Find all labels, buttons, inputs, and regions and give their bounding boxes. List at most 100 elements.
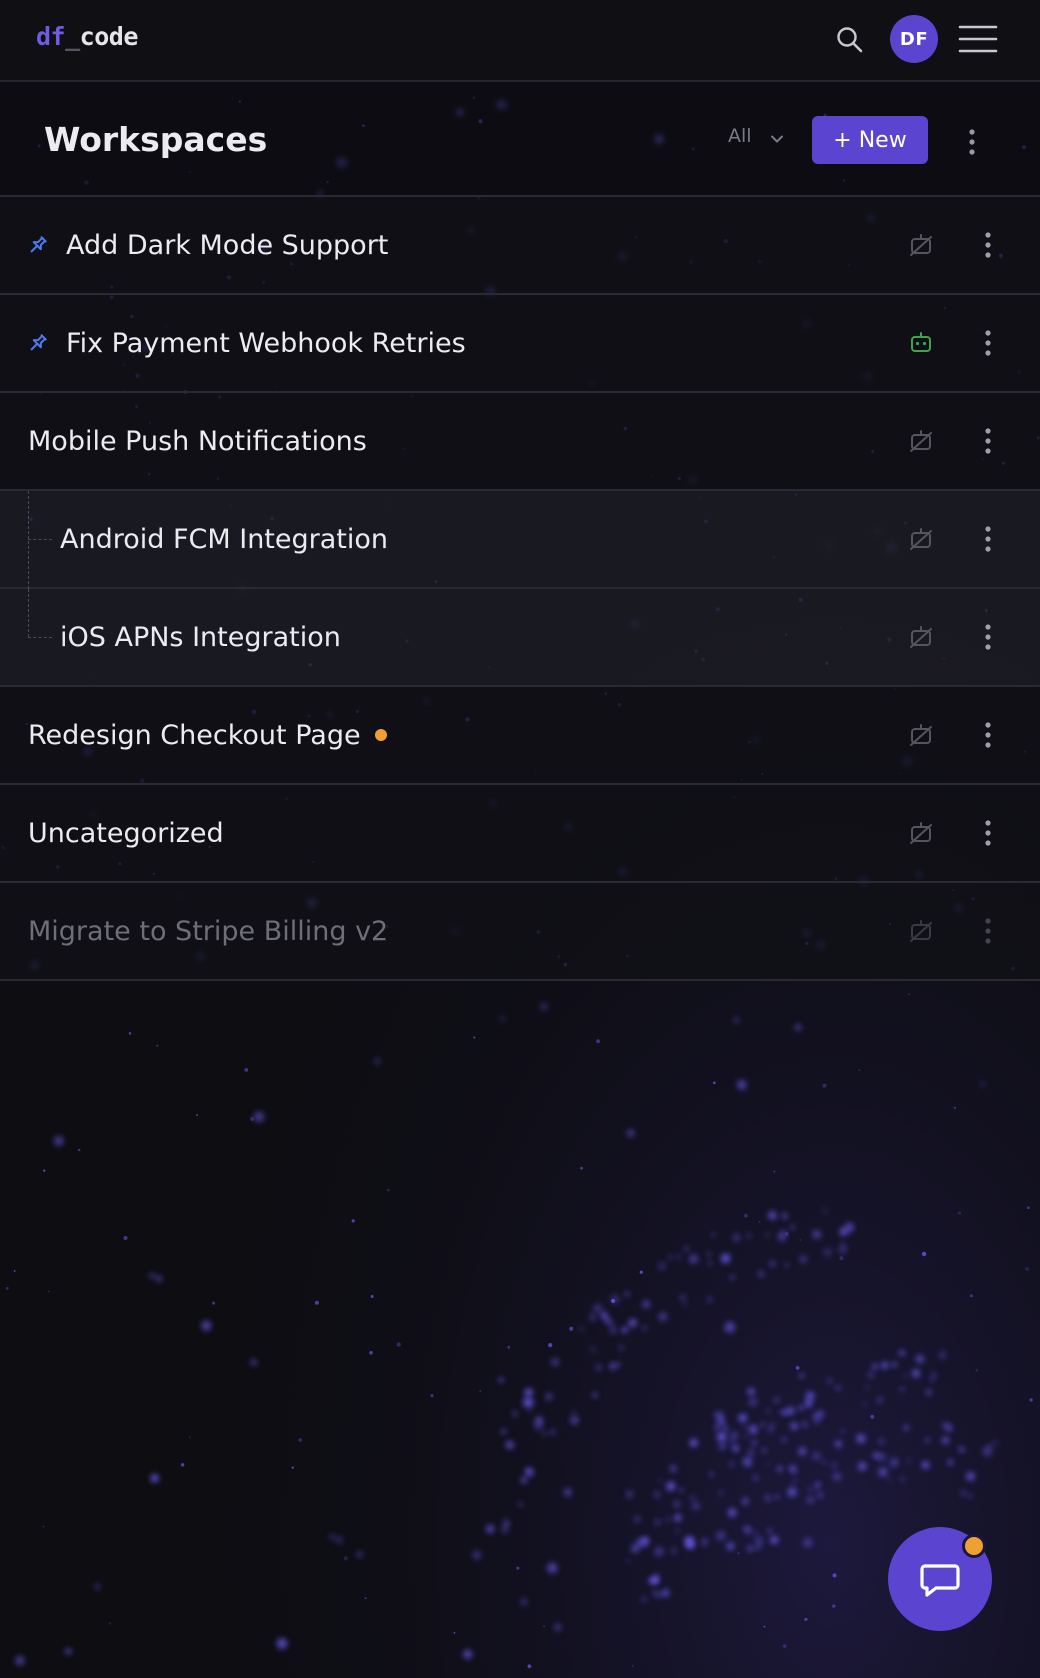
row-more-options-icon[interactable] (976, 325, 1000, 361)
star (545, 1393, 553, 1400)
star (688, 1254, 699, 1264)
agent-off-icon[interactable] (908, 232, 934, 258)
logo-suffix: code (79, 22, 139, 51)
row-more-options-icon[interactable] (976, 423, 1000, 459)
star (714, 1411, 724, 1421)
star (814, 1417, 821, 1424)
workspace-row[interactable]: Migrate to Stripe Billing v2 (0, 883, 1040, 981)
star (757, 1544, 762, 1549)
workspace-row[interactable]: Android FCM Integration (0, 491, 1040, 589)
star (652, 1576, 659, 1583)
star (921, 1251, 927, 1257)
agent-off-icon[interactable] (908, 624, 934, 650)
row-more-options-icon[interactable] (976, 913, 1000, 949)
star (728, 1461, 735, 1468)
star (595, 1363, 603, 1371)
star (611, 1298, 616, 1303)
star (516, 1566, 520, 1570)
workspace-row[interactable]: iOS APNs Integration (0, 589, 1040, 687)
star (716, 1432, 727, 1442)
star (761, 1448, 767, 1453)
star (518, 1502, 523, 1507)
star (610, 1294, 620, 1304)
app-logo[interactable]: df_code (36, 22, 138, 51)
star (707, 1252, 711, 1257)
workspace-name: Redesign Checkout Page (28, 719, 361, 751)
star (965, 1471, 976, 1481)
star (841, 1429, 845, 1433)
star (743, 1525, 750, 1532)
star (691, 1501, 701, 1511)
star (798, 1405, 804, 1411)
agent-off-icon[interactable] (908, 820, 934, 846)
workspace-row[interactable]: Mobile Push Notifications (0, 393, 1040, 491)
star (626, 1490, 634, 1498)
star (668, 1255, 673, 1259)
agent-off-icon[interactable] (908, 526, 934, 552)
pin-icon[interactable] (26, 331, 50, 355)
star (889, 1458, 899, 1467)
agent-off-icon[interactable] (908, 918, 934, 944)
star (773, 1396, 781, 1404)
star (520, 1598, 528, 1606)
workspace-name: Mobile Push Notifications (28, 425, 367, 457)
filter-selected-label: All (728, 125, 752, 147)
new-workspace-button[interactable]: + New (812, 116, 928, 164)
row-more-options-icon[interactable] (976, 227, 1000, 263)
star (799, 1255, 807, 1264)
workspace-row[interactable]: Uncategorized (0, 785, 1040, 883)
star (690, 1495, 696, 1501)
more-options-icon[interactable] (960, 124, 984, 160)
workspace-label: Mobile Push Notifications (28, 393, 367, 489)
star (627, 1129, 635, 1137)
star (921, 1461, 930, 1469)
star (758, 1220, 761, 1223)
star (794, 1024, 802, 1031)
star (804, 1617, 808, 1621)
star (453, 1631, 456, 1634)
star (925, 1389, 932, 1396)
star (250, 1358, 258, 1366)
star (717, 1420, 724, 1427)
star (551, 1358, 560, 1367)
star (591, 1346, 596, 1352)
star (777, 1232, 787, 1241)
star (708, 1261, 712, 1265)
filter-dropdown[interactable]: All (728, 122, 784, 150)
agent-active-icon[interactable] (908, 330, 934, 356)
star (669, 1464, 677, 1473)
row-more-options-icon[interactable] (976, 521, 1000, 557)
star (526, 1469, 535, 1478)
star (592, 1392, 598, 1398)
star (941, 1436, 950, 1445)
star (329, 1533, 336, 1541)
star (838, 1244, 848, 1254)
workspace-name: iOS APNs Integration (60, 621, 341, 653)
star (769, 1260, 776, 1267)
star (607, 1319, 614, 1327)
row-more-options-icon[interactable] (976, 619, 1000, 655)
star (722, 1425, 728, 1432)
user-avatar[interactable]: DF (890, 15, 938, 63)
workspace-row[interactable]: Redesign Checkout Page (0, 687, 1040, 785)
agent-off-icon[interactable] (908, 428, 934, 454)
star (635, 1538, 645, 1548)
pin-icon[interactable] (26, 233, 50, 257)
workspace-row[interactable]: Add Dark Mode Support (0, 197, 1040, 295)
star (871, 1363, 879, 1370)
workspace-label: Migrate to Stripe Billing v2 (28, 883, 388, 979)
tree-connector-vertical (28, 589, 29, 637)
search-icon[interactable] (834, 24, 866, 56)
row-more-options-icon[interactable] (976, 717, 1000, 753)
star (857, 1462, 867, 1471)
star (732, 1233, 741, 1242)
row-more-options-icon[interactable] (976, 815, 1000, 851)
workspace-row[interactable]: Fix Payment Webhook Retries (0, 295, 1040, 393)
star (763, 1625, 766, 1628)
star (766, 1409, 771, 1413)
star (628, 1318, 637, 1328)
star (812, 1229, 821, 1239)
star (743, 1424, 748, 1429)
agent-off-icon[interactable] (908, 722, 934, 748)
hamburger-menu-icon[interactable] (958, 22, 998, 56)
